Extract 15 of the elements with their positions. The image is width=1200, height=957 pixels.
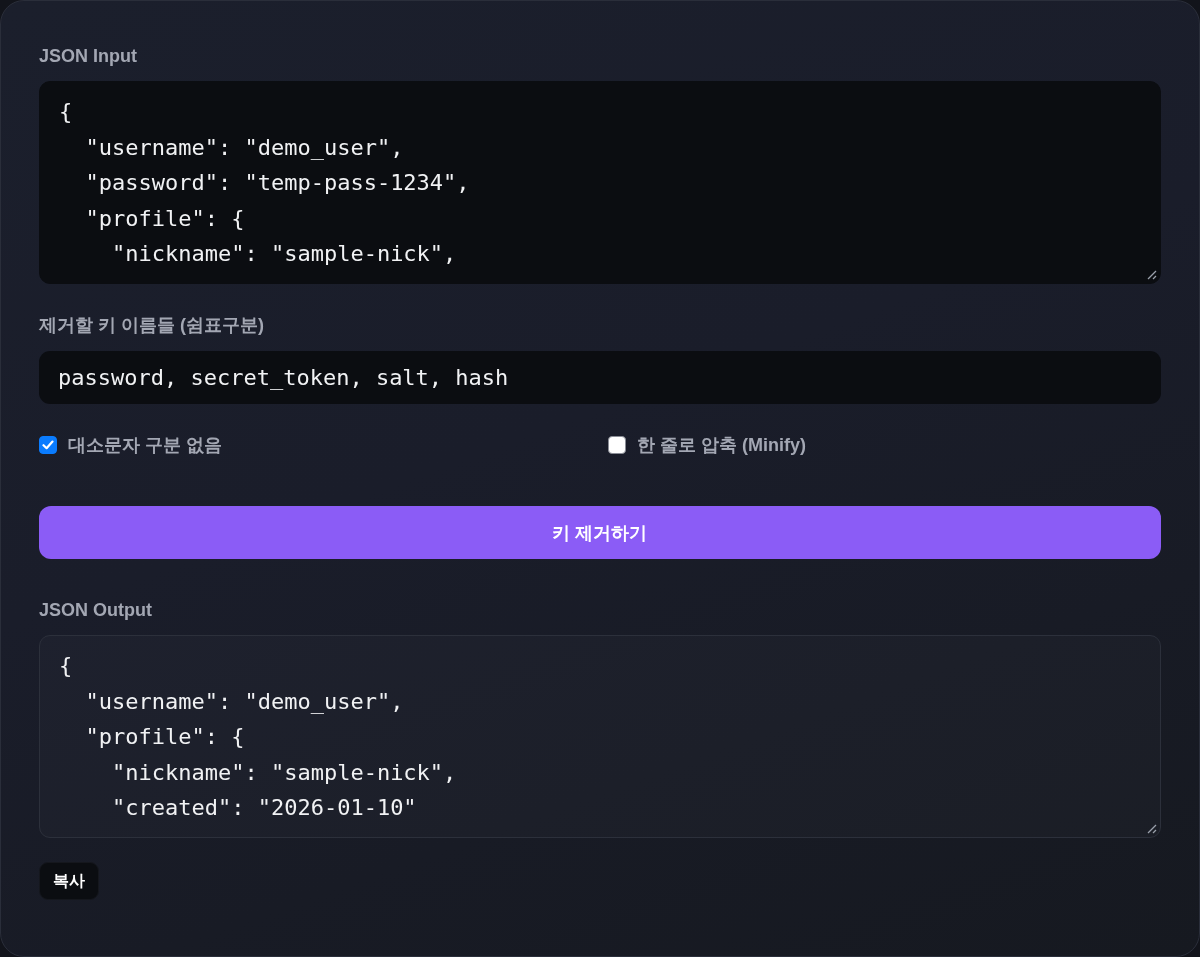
checkbox[interactable] [39,436,57,454]
field-label: JSON Output [39,599,152,622]
check-icon [42,440,54,450]
field-label: 제거할 키 이름들 (쉼표구분) [39,314,264,337]
remove-keys-button[interactable]: 키 제거하기 [39,506,1161,559]
json-output-field[interactable]: { "username": "demo_user", "profile": { "nickname": "sample-nick", "created": "2026-01-10" [39,635,1161,838]
checkbox-label: 한 줄로 압축 (Minify) [637,434,806,457]
keys-input-field[interactable]: password, secret_token, salt, hash [39,351,1161,404]
copy-button[interactable]: 복사 [39,862,99,900]
checkbox-label: 대소문자 구분 없음 [68,434,222,457]
checkbox[interactable] [608,436,626,454]
json-input-field[interactable]: { "username": "demo_user", "password": "temp-pass-1234", "profile": { "nickname": "sample-nick", [39,81,1161,284]
field-label: JSON Input [39,45,137,68]
resize-handle-icon[interactable] [1147,270,1157,280]
resize-handle-icon[interactable] [1147,824,1157,834]
